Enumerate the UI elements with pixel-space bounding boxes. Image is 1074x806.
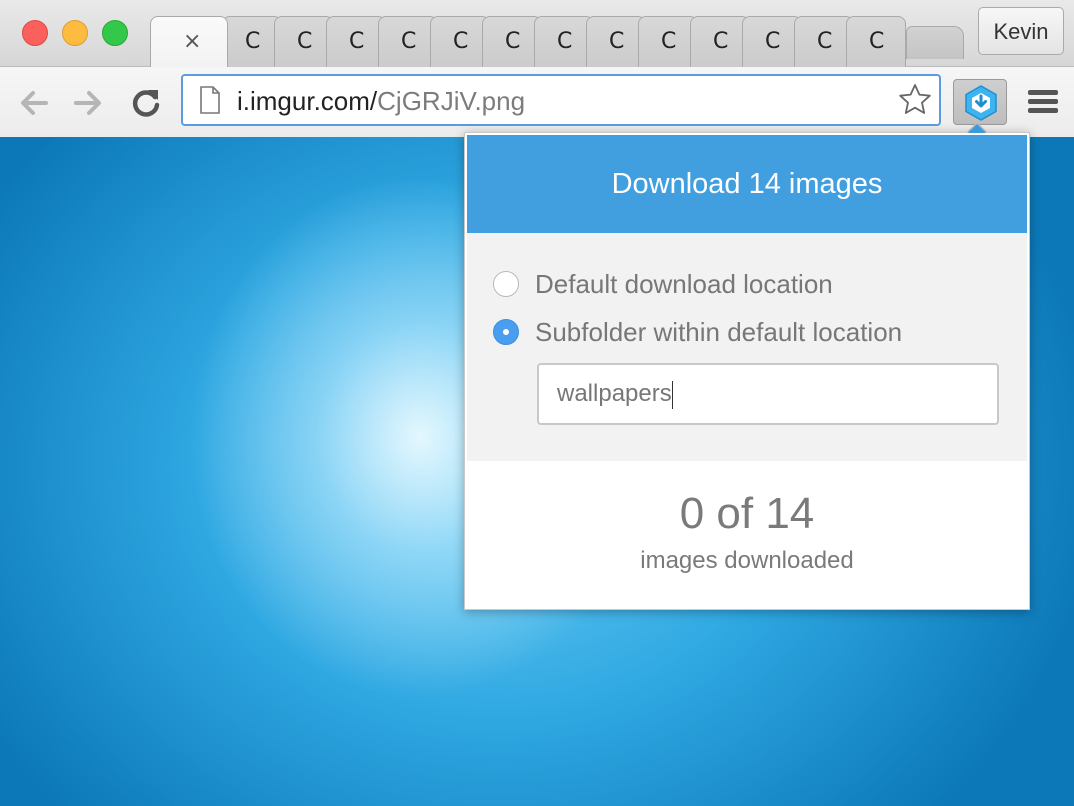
url-text[interactable]: i.imgur.com/CjGRJiV.png	[237, 86, 525, 117]
tab-favicon-icon: C	[349, 29, 365, 54]
tab-item[interactable]: C	[846, 16, 906, 67]
hamburger-icon-line	[1028, 90, 1058, 95]
option-label: Subfolder within default location	[535, 317, 903, 347]
tab-favicon-icon: C	[609, 29, 625, 54]
hamburger-icon-line	[1028, 99, 1058, 104]
tab-item[interactable]: C	[794, 16, 854, 67]
tab-favicon-icon: C	[661, 29, 677, 54]
arrow-right-icon	[74, 91, 101, 115]
progress-count: 0 of 14	[679, 489, 815, 538]
tab-favicon-icon: C	[765, 29, 781, 54]
profile-button[interactable]: Kevin	[978, 7, 1064, 55]
titlebar: × C C C C C C C C C C C C C Kevin	[0, 0, 1074, 67]
progress-label: images downloaded	[640, 547, 854, 574]
subfolder-input[interactable]: wallpapers	[537, 363, 999, 425]
toolbar: i.imgur.com/CjGRJiV.png	[0, 66, 1074, 138]
url-path: CjGRJiV.png	[377, 86, 526, 116]
tab-item[interactable]: C	[586, 16, 646, 67]
tab-item[interactable]: C	[742, 16, 802, 67]
extension-download-button[interactable]	[953, 79, 1007, 125]
tab-item[interactable]: C	[326, 16, 386, 67]
tab-favicon-icon: C	[869, 29, 885, 54]
tab-favicon-icon: C	[245, 29, 261, 54]
hexagon-download-icon	[965, 85, 997, 121]
text-caret	[671, 380, 673, 409]
menu-button[interactable]	[1028, 90, 1058, 116]
tab-active[interactable]: ×	[150, 16, 228, 67]
close-window-button[interactable]	[22, 20, 48, 46]
forward-button[interactable]	[70, 85, 106, 121]
tab-close-icon[interactable]: ×	[183, 29, 201, 54]
tab-favicon-icon: C	[505, 29, 521, 54]
reload-icon	[132, 90, 160, 117]
radio-subfolder-location[interactable]	[493, 319, 519, 345]
tab-favicon-icon: C	[297, 29, 313, 54]
tab-favicon-icon: C	[713, 29, 729, 54]
download-images-button[interactable]: Download 14 images	[467, 135, 1027, 233]
tab-item[interactable]: C	[638, 16, 698, 67]
reload-button[interactable]	[128, 85, 164, 121]
tab-favicon-icon: C	[453, 29, 469, 54]
download-location-options: Default download location Subfolder with…	[467, 233, 1027, 461]
tab-item[interactable]: C	[690, 16, 750, 67]
url-host: i.imgur.com/	[237, 86, 378, 116]
tab-item[interactable]: C	[222, 16, 282, 67]
tab-favicon-icon: C	[401, 29, 417, 54]
radio-default-location[interactable]	[493, 271, 519, 297]
page-icon	[200, 86, 220, 114]
zoom-window-button[interactable]	[102, 20, 128, 46]
tab-item[interactable]: C	[430, 16, 490, 67]
bookmark-star-icon[interactable]	[897, 82, 933, 118]
subfolder-value: wallpapers	[557, 380, 672, 407]
option-label: Default download location	[535, 269, 833, 299]
minimize-window-button[interactable]	[62, 20, 88, 46]
hamburger-icon-line	[1028, 108, 1058, 113]
address-bar[interactable]: i.imgur.com/CjGRJiV.png	[181, 74, 941, 126]
tab-favicon-icon: C	[817, 29, 833, 54]
back-button[interactable]	[16, 85, 52, 121]
new-tab-button[interactable]	[906, 26, 964, 59]
arrow-left-icon	[21, 91, 48, 115]
tab-favicon-icon: C	[557, 29, 573, 54]
tab-item[interactable]: C	[482, 16, 542, 67]
tab-item[interactable]: C	[274, 16, 334, 67]
tab-item[interactable]: C	[378, 16, 438, 67]
download-popup: Download 14 images Default download loca…	[464, 132, 1030, 610]
popup-arrow-inner	[968, 124, 986, 133]
tab-item[interactable]: C	[534, 16, 594, 67]
